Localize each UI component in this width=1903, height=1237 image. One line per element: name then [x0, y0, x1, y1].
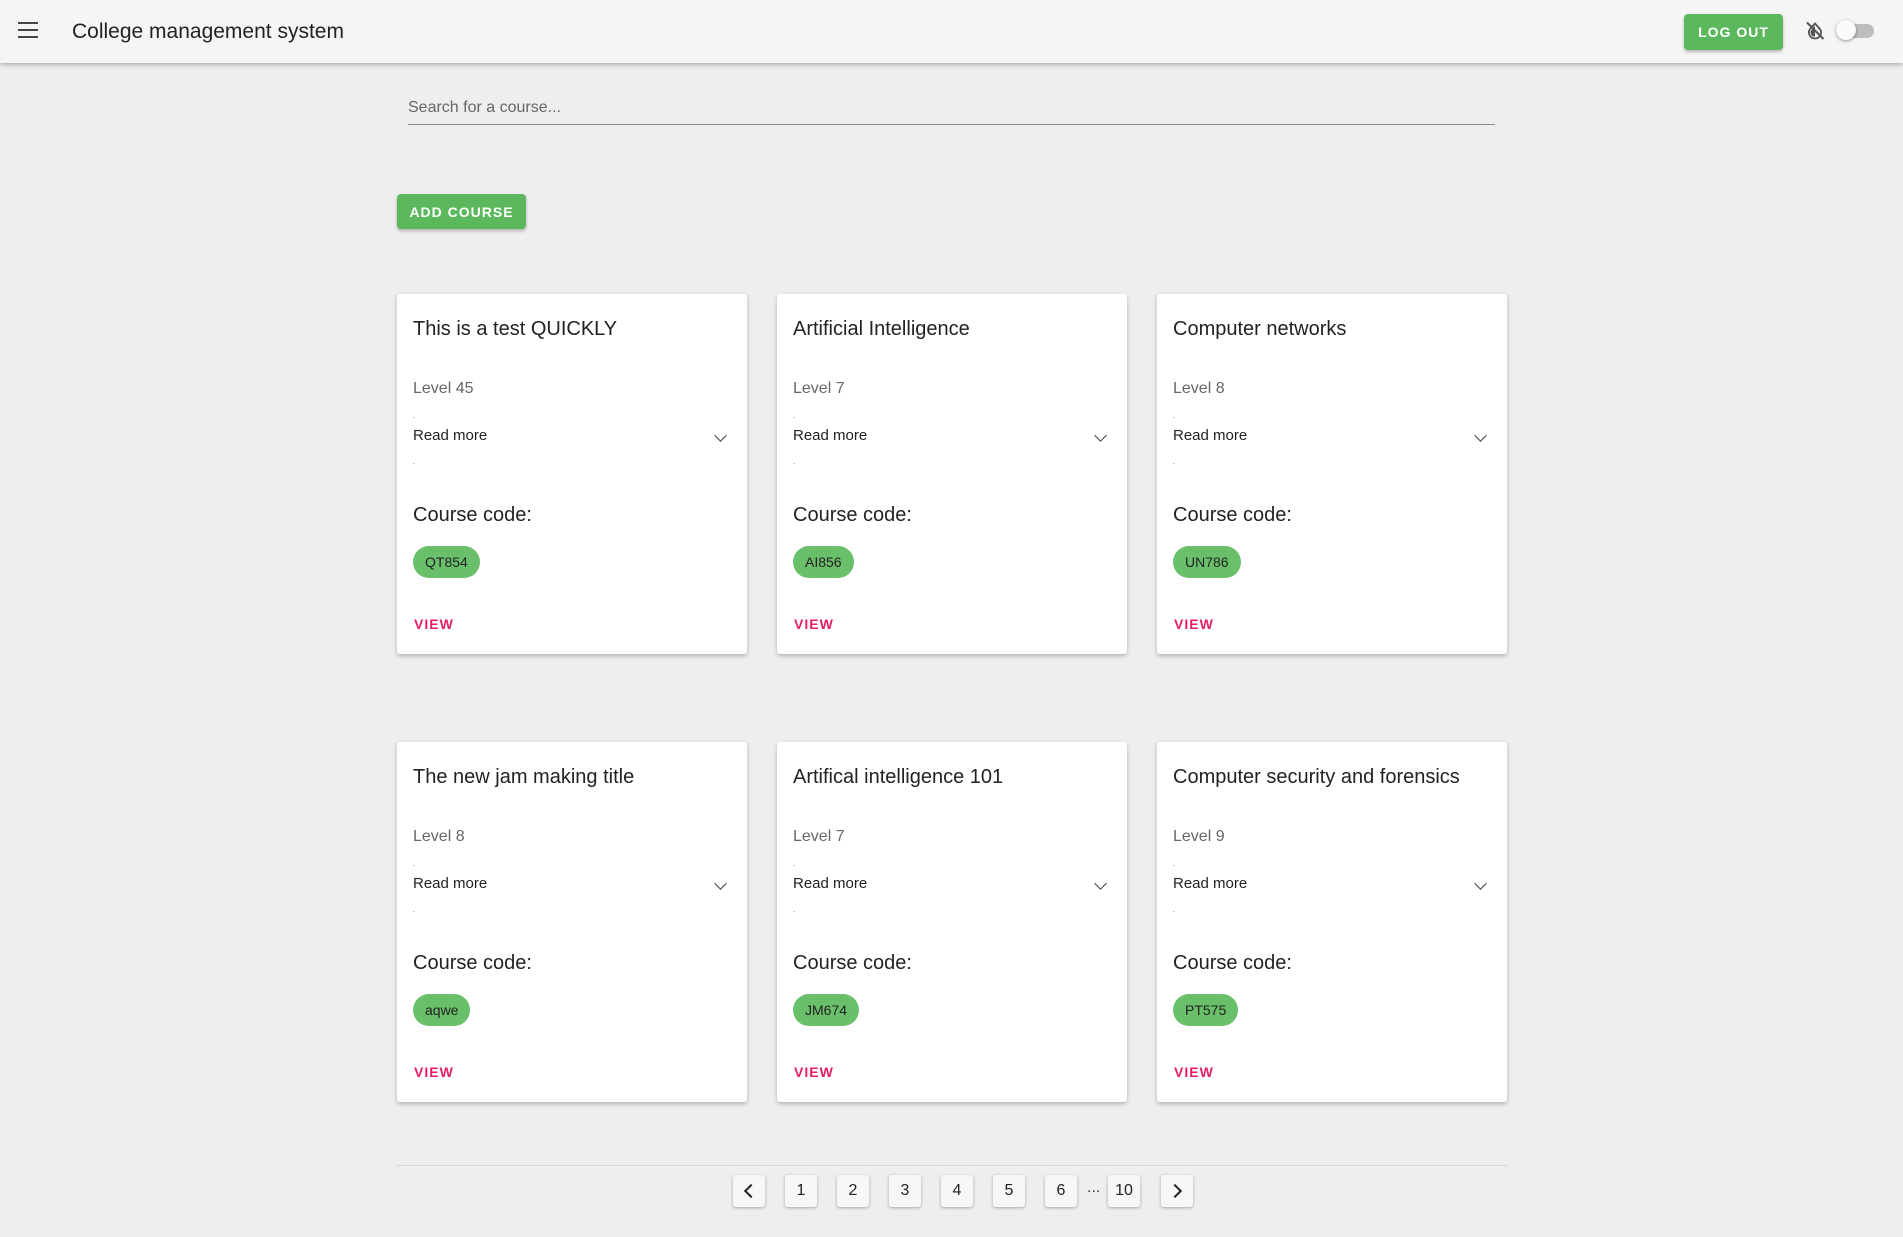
course-title: Artificial Intelligence: [793, 318, 970, 340]
invert-colors-off-icon[interactable]: [1803, 19, 1827, 43]
menu-icon[interactable]: [18, 22, 38, 38]
course-level: Level 45: [413, 380, 474, 397]
course-title: Artifical intelligence 101: [793, 766, 1004, 788]
divider-dot: [1173, 463, 1175, 464]
pagination-divider: [397, 1165, 1507, 1166]
search-input[interactable]: [408, 92, 1495, 125]
course-title: The new jam making title: [413, 766, 635, 788]
pagination-ellipsis: ...: [1087, 1179, 1101, 1196]
page-button[interactable]: 6: [1045, 1175, 1077, 1207]
course-title: This is a test QUICKLY: [413, 318, 618, 340]
course-card: Artificial Intelligence Level 7 Read mor…: [777, 294, 1127, 654]
prev-page-button[interactable]: [733, 1175, 765, 1207]
view-button[interactable]: VIEW: [785, 612, 843, 636]
course-card: Artifical intelligence 101 Level 7 Read …: [777, 742, 1127, 1102]
read-more-toggle[interactable]: Read more: [793, 872, 1111, 896]
divider-dot: [1173, 417, 1175, 418]
read-more-label: Read more: [1173, 427, 1248, 444]
theme-toggle[interactable]: [1836, 20, 1874, 40]
course-code-label: Course code:: [413, 952, 532, 974]
view-button[interactable]: VIEW: [405, 612, 463, 636]
app-title: College management system: [72, 20, 344, 43]
read-more-label: Read more: [793, 875, 868, 892]
course-level: Level 8: [413, 828, 465, 845]
divider-dot: [413, 417, 415, 418]
course-code-label: Course code:: [1173, 952, 1292, 974]
next-page-button[interactable]: [1161, 1175, 1193, 1207]
course-code-label: Course code:: [1173, 504, 1292, 526]
course-level: Level 7: [793, 828, 845, 845]
chevron-down-icon: [1094, 429, 1107, 442]
page-button[interactable]: 1: [785, 1175, 817, 1207]
read-more-label: Read more: [793, 427, 868, 444]
read-more-toggle[interactable]: Read more: [793, 424, 1111, 448]
page-button[interactable]: 4: [941, 1175, 973, 1207]
course-code-label: Course code:: [793, 504, 912, 526]
course-level: Level 8: [1173, 380, 1225, 397]
pagination: 1 2 3 4 5 6 ... 10: [733, 1175, 1193, 1209]
toggle-knob: [1836, 20, 1856, 40]
course-title: Computer networks: [1173, 318, 1347, 340]
view-button[interactable]: VIEW: [1165, 612, 1223, 636]
page-button[interactable]: 2: [837, 1175, 869, 1207]
read-more-label: Read more: [413, 875, 488, 892]
view-button[interactable]: VIEW: [1165, 1060, 1223, 1084]
chevron-down-icon: [1094, 877, 1107, 890]
divider-dot: [413, 463, 415, 464]
divider-dot: [793, 417, 795, 418]
view-button[interactable]: VIEW: [785, 1060, 843, 1084]
course-code-chip: PT575: [1173, 994, 1239, 1026]
read-more-toggle[interactable]: Read more: [413, 424, 731, 448]
course-card: Computer networks Level 8 Read more Cour…: [1157, 294, 1507, 654]
app-bar: College management system LOG OUT: [0, 0, 1903, 63]
add-course-button[interactable]: ADD COURSE: [397, 194, 526, 229]
divider-dot: [1173, 911, 1175, 912]
course-level: Level 9: [1173, 828, 1225, 845]
last-page-button[interactable]: 10: [1108, 1175, 1140, 1207]
course-code-label: Course code:: [413, 504, 532, 526]
divider-dot: [793, 911, 795, 912]
course-title: Computer security and forensics: [1173, 766, 1460, 788]
course-card: The new jam making title Level 8 Read mo…: [397, 742, 747, 1102]
course-code-chip: JM674: [793, 994, 860, 1026]
read-more-label: Read more: [1173, 875, 1248, 892]
course-code-chip: UN786: [1173, 546, 1241, 578]
course-level: Level 7: [793, 380, 845, 397]
chevron-down-icon: [714, 877, 727, 890]
course-code-chip: aqwe: [413, 994, 471, 1026]
read-more-toggle[interactable]: Read more: [413, 872, 731, 896]
divider-dot: [793, 865, 795, 866]
course-card: Computer security and forensics Level 9 …: [1157, 742, 1507, 1102]
read-more-toggle[interactable]: Read more: [1173, 872, 1491, 896]
course-code-chip: AI856: [793, 546, 854, 578]
divider-dot: [413, 911, 415, 912]
logout-button[interactable]: LOG OUT: [1684, 14, 1783, 50]
chevron-down-icon: [1474, 429, 1487, 442]
course-code-chip: QT854: [413, 546, 480, 578]
read-more-toggle[interactable]: Read more: [1173, 424, 1491, 448]
divider-dot: [793, 463, 795, 464]
view-button[interactable]: VIEW: [405, 1060, 463, 1084]
chevron-right-icon: [1167, 1183, 1183, 1199]
divider-dot: [413, 865, 415, 866]
chevron-left-icon: [743, 1183, 759, 1199]
chevron-down-icon: [714, 429, 727, 442]
course-card: This is a test QUICKLY Level 45 Read mor…: [397, 294, 747, 654]
chevron-down-icon: [1474, 877, 1487, 890]
divider-dot: [1173, 865, 1175, 866]
page-button[interactable]: 3: [889, 1175, 921, 1207]
read-more-label: Read more: [413, 427, 488, 444]
course-code-label: Course code:: [793, 952, 912, 974]
page-button[interactable]: 5: [993, 1175, 1025, 1207]
